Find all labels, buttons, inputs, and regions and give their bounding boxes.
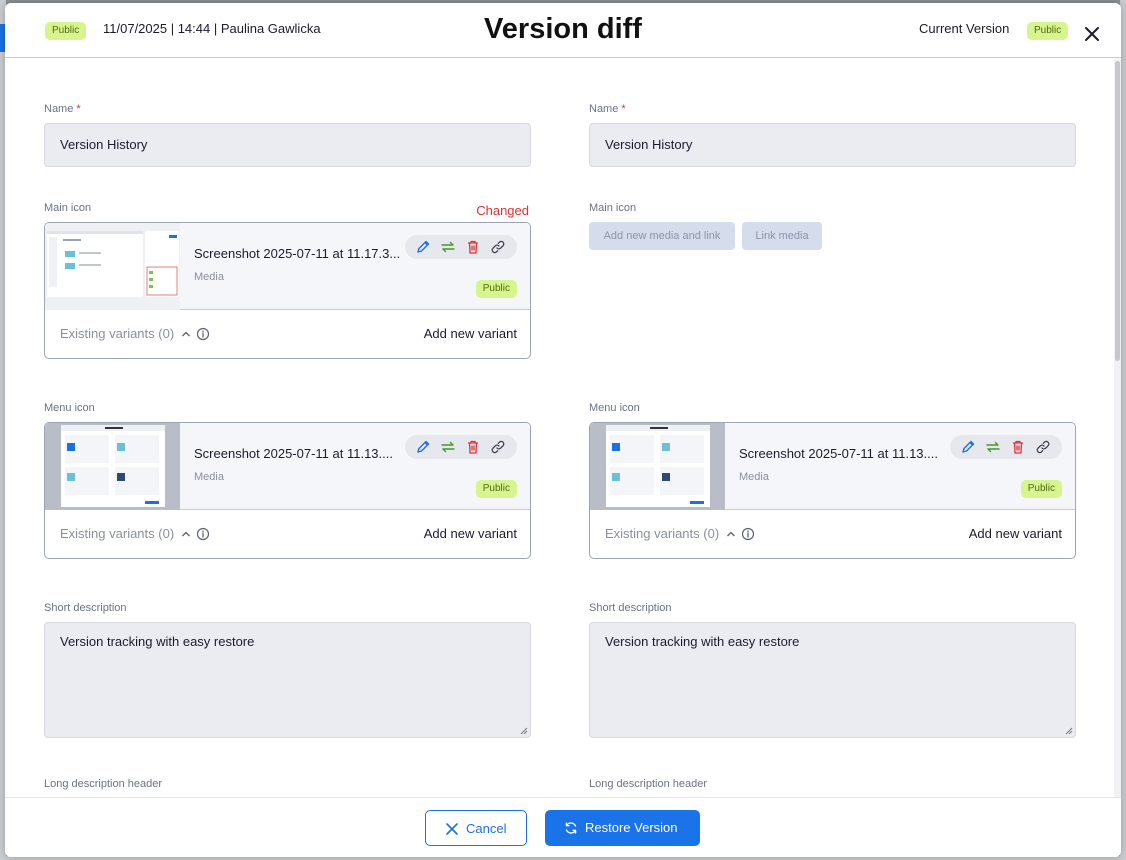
pencil-icon[interactable] <box>415 239 431 255</box>
link-icon[interactable] <box>1035 439 1051 455</box>
menu-icon-media-card: Screenshot 2025-07-11 at 11.13.... Media <box>44 422 531 559</box>
cancel-button[interactable]: Cancel <box>425 810 527 846</box>
add-new-variant-button[interactable]: Add new variant <box>424 326 517 341</box>
version-diff-modal: Public 11/07/2025 | 14:44 | Paulina Gawl… <box>5 3 1121 857</box>
existing-variants-toggle[interactable]: Existing variants (0) <box>605 526 719 541</box>
media-status-badge: Public <box>1020 480 1062 498</box>
name-field[interactable]: Version History <box>44 123 531 167</box>
refresh-icon <box>565 822 577 834</box>
info-icon[interactable] <box>196 327 210 341</box>
media-card-top: Screenshot 2025-07-11 at 11.13.... Media <box>590 423 1075 510</box>
media-status-badge: Public <box>475 280 517 298</box>
long-description-header-label: Long description header <box>589 778 708 790</box>
restore-version-button[interactable]: Restore Version <box>545 810 700 846</box>
media-thumbnail[interactable] <box>590 423 725 510</box>
media-card-top: Screenshot 2025-07-11 at 11.13.... Media <box>45 423 530 510</box>
long-description-header-label: Long description header <box>44 778 163 790</box>
add-new-media-button[interactable]: Add new media and link <box>589 222 735 250</box>
short-description-label: Short description <box>589 602 672 614</box>
replace-icon[interactable] <box>440 439 456 455</box>
menu-icon-label: Menu icon <box>589 402 640 414</box>
scrollbar-thumb[interactable] <box>1115 61 1120 361</box>
short-description-field[interactable]: Version tracking with easy restore <box>44 622 531 738</box>
pencil-icon[interactable] <box>415 439 431 455</box>
info-icon[interactable] <box>741 527 755 541</box>
resize-grip-icon[interactable] <box>1065 727 1073 735</box>
pencil-icon[interactable] <box>960 439 976 455</box>
modal-header: Public 11/07/2025 | 14:44 | Paulina Gawl… <box>5 3 1121 58</box>
media-type-label: Media <box>739 471 769 483</box>
name-label: Name * <box>589 103 626 115</box>
current-status-badge: Public <box>1027 22 1069 40</box>
media-file-name: Screenshot 2025-07-11 at 11.13.... <box>194 446 393 461</box>
name-label-text: Name <box>44 103 74 115</box>
media-status-badge: Public <box>475 480 517 498</box>
modal-footer: Cancel Restore Version <box>5 797 1121 857</box>
short-description-label: Short description <box>44 602 127 614</box>
required-marker: * <box>76 103 81 115</box>
info-icon[interactable] <box>196 527 210 541</box>
cancel-label: Cancel <box>466 821 507 836</box>
existing-variants-toggle[interactable]: Existing variants (0) <box>60 526 174 541</box>
existing-variants-toggle[interactable]: Existing variants (0) <box>60 326 174 341</box>
main-icon-media-card: Screenshot 2025-07-11 at 11.17.3... Medi… <box>44 222 531 359</box>
name-field[interactable]: Version History <box>589 123 1076 167</box>
menu-icon-label: Menu icon <box>44 402 95 414</box>
name-label-text: Name <box>589 103 619 115</box>
media-type-label: Media <box>194 271 224 283</box>
changed-indicator: Changed <box>476 203 529 218</box>
media-thumbnail[interactable] <box>45 223 180 310</box>
add-new-variant-button[interactable]: Add new variant <box>424 526 517 541</box>
current-version-label: Current Version <box>919 21 1010 36</box>
modal-body[interactable]: Name * Version History Main icon Changed <box>5 59 1121 797</box>
menu-icon-media-card: Screenshot 2025-07-11 at 11.13.... Media <box>589 422 1076 559</box>
main-icon-label: Main icon <box>589 202 637 214</box>
media-type-label: Media <box>194 471 224 483</box>
short-description-text: Version tracking with easy restore <box>60 634 255 649</box>
media-actions <box>950 435 1062 459</box>
main-icon-label: Main icon <box>44 202 92 214</box>
trash-icon[interactable] <box>465 439 481 455</box>
chevron-up-icon[interactable] <box>726 529 736 539</box>
media-file-name: Screenshot 2025-07-11 at 11.17.3... <box>194 246 399 261</box>
chevron-up-icon[interactable] <box>181 329 191 339</box>
replace-icon[interactable] <box>440 239 456 255</box>
link-media-button[interactable]: Link media <box>742 222 822 250</box>
replace-icon[interactable] <box>985 439 1001 455</box>
short-description-text: Version tracking with easy restore <box>605 634 800 649</box>
close-icon[interactable] <box>1083 25 1101 43</box>
chevron-up-icon[interactable] <box>181 529 191 539</box>
required-marker: * <box>621 103 626 115</box>
media-actions <box>405 235 517 259</box>
link-icon[interactable] <box>490 439 506 455</box>
add-new-variant-button[interactable]: Add new variant <box>969 526 1062 541</box>
resize-grip-icon[interactable] <box>520 727 528 735</box>
trash-icon[interactable] <box>465 239 481 255</box>
name-label: Name * <box>44 103 81 115</box>
short-description-field[interactable]: Version tracking with easy restore <box>589 622 1076 738</box>
restore-version-label: Restore Version <box>585 820 678 835</box>
link-icon[interactable] <box>490 239 506 255</box>
media-thumbnail[interactable] <box>45 423 180 510</box>
body-scrollbar[interactable] <box>1114 59 1121 797</box>
x-icon <box>446 823 458 835</box>
media-actions <box>405 435 517 459</box>
media-card-top: Screenshot 2025-07-11 at 11.17.3... Medi… <box>45 223 530 310</box>
media-file-name: Screenshot 2025-07-11 at 11.13.... <box>739 446 938 461</box>
trash-icon[interactable] <box>1010 439 1026 455</box>
